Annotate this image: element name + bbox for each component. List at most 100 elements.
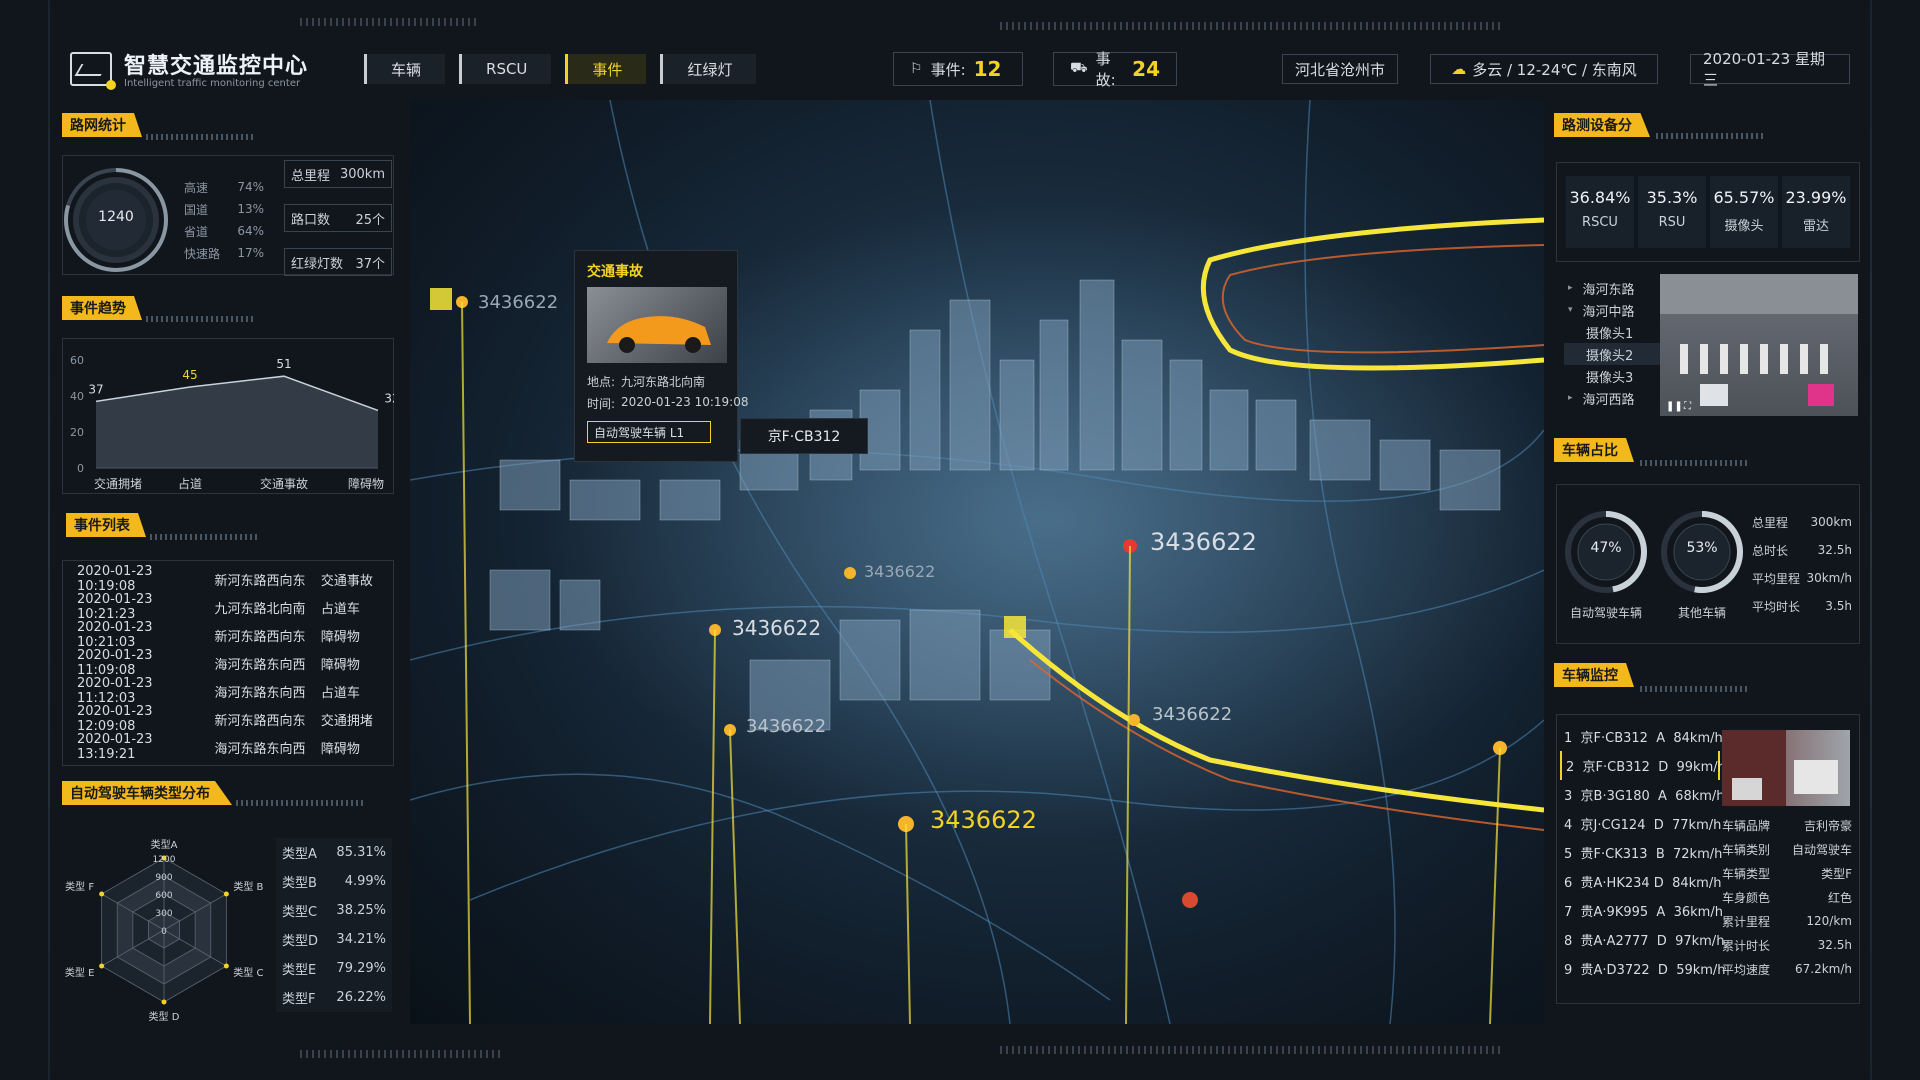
radar-axis-label: 类型 D [149, 1010, 180, 1023]
event-row[interactable]: 2020-01-23 11:09:08 海河东路东向西 障碍物 [77, 648, 379, 678]
monitor-icon [70, 51, 116, 90]
event-trend-title: 事件趋势 [62, 296, 142, 320]
location-display[interactable]: 河北省沧州市 [1282, 54, 1398, 84]
event-road: 新河东路西向东 [214, 629, 306, 645]
device-stat-cell: 23.99% 雷达 [1782, 176, 1850, 248]
chevron-icon[interactable]: ▸ [1568, 393, 1573, 403]
radar-ring-label: 600 [155, 891, 172, 901]
event-time: 2020-01-23 13:19:21 [77, 732, 153, 762]
event-row[interactable]: 2020-01-23 10:19:08 新河东路西向东 交通事故 [77, 564, 379, 594]
event-list-panel: 2020-01-23 10:19:08 新河东路西向东 交通事故 2020-01-23… [62, 560, 394, 766]
event-road: 新河东路西向东 [214, 573, 306, 589]
detail-label: 累计时长 [1722, 938, 1771, 953]
type-pct: 34.21% [336, 932, 386, 947]
event-road: 海河东路东向西 [214, 657, 306, 673]
tab-rscu[interactable]: RSCU [459, 54, 552, 84]
radar-axis-dot [223, 963, 229, 969]
tree-item[interactable]: 摄像头2 [1564, 343, 1660, 365]
radar-axis-label: 类型 F [65, 880, 94, 893]
vehicle-row[interactable]: 4 京J·CG124 D 77km/h [1560, 809, 1721, 838]
map-label: 3436622 [1150, 528, 1257, 556]
tree-item[interactable]: ▾ 海河中路 [1564, 299, 1660, 321]
event-type: 交通拥堵 [320, 713, 373, 729]
event-type: 障碍物 [320, 741, 360, 757]
vehicle-row[interactable]: 9 贵A·D3722 D 59km/h [1560, 954, 1726, 983]
map-label: 3436622 [478, 292, 559, 313]
map-label: 3436622 [864, 562, 936, 581]
vehicle-row[interactable]: 8 贵A·A2777 D 97km/h [1560, 925, 1724, 954]
devices-title: 路测设备分 [1554, 113, 1650, 137]
detail-value: 吉利帝豪 [1803, 818, 1852, 833]
chevron-icon[interactable]: ▾ [1568, 305, 1573, 315]
event-row[interactable]: 2020-01-23 13:19:21 海河东路东向西 障碍物 [77, 732, 379, 762]
radar-ring-label: 1200 [153, 855, 176, 865]
x-tick-label: 占道 [178, 476, 202, 491]
date-display: 2020-01-23 星期三 [1690, 50, 1850, 89]
device-stat-cell: 65.57% 摄像头 [1710, 176, 1778, 248]
event-time: 2020-01-23 10:19:08 [77, 564, 153, 594]
accident-popup[interactable]: 交通事故 地点: 九河东路北向南 时间: 2020-01-23 10:19:08 自… [574, 250, 749, 462]
events-label: 事件: [930, 60, 966, 79]
camera-tree: ▸ 海河东路 ▾ 海河中路 摄像头1 摄像头2 摄像头3 ▸ 海河西路 [1564, 277, 1660, 409]
tab-traffic-light[interactable]: 红绿灯 [660, 54, 757, 84]
y-tick-label: 0 [77, 462, 84, 475]
vehicle-type-row: 类型E 79.29% [276, 954, 392, 983]
data-label: 32 [384, 391, 394, 405]
detail-value: 120/km [1806, 914, 1852, 928]
event-road: 新河东路西向东 [214, 713, 306, 729]
popup-location: 地点: 九河东路北向南 [587, 375, 706, 389]
accidents-counter: ⛟ 事故: 24 [1053, 50, 1177, 89]
event-time: 2020-01-23 11:09:08 [77, 648, 153, 678]
road-legend: 高速 74% 国道 13% 省道 64% 快速路 17% [184, 176, 264, 264]
camera-feed[interactable]: ❚❚ ⛶ [1660, 274, 1858, 416]
weather-display: ☁ 多云 / 12-24℃ / 东南风 [1430, 54, 1658, 84]
data-label: 37 [88, 382, 103, 396]
tree-item[interactable]: 摄像头1 [1564, 321, 1660, 343]
accidents-label: 事故: [1095, 50, 1116, 89]
popup-title: 交通事故 [587, 264, 643, 280]
vehicle-row[interactable]: 5 贵F·CK313 B 72km/h [1560, 838, 1722, 867]
vehicle-row[interactable]: 6 贵A·HK234 D 84km/h [1560, 867, 1721, 896]
tree-item[interactable]: ▸ 海河东路 [1564, 277, 1660, 299]
tab-vehicle[interactable]: 车辆 [364, 54, 446, 84]
event-row[interactable]: 2020-01-23 10:21:23 九河东路北向南 占道车 [77, 592, 379, 622]
kv-traffic-lights: 红绿灯数 37个 [284, 248, 392, 276]
vehicle-row[interactable]: 2 京F·CB312 D 99km/h [1560, 751, 1726, 780]
ring2-name: 其他车辆 [1677, 606, 1726, 620]
radar-axis-label: 类型A [151, 838, 178, 851]
event-row[interactable]: 2020-01-23 10:21:03 新河东路西向东 障碍物 [77, 620, 379, 650]
event-row[interactable]: 2020-01-23 12:09:08 新河东路西向东 交通拥堵 [77, 704, 379, 734]
tab-events[interactable]: 事件 [565, 54, 647, 84]
event-type: 占道车 [320, 601, 360, 617]
detail-label: 累计里程 [1722, 914, 1771, 929]
tree-label: 海河西路 [1582, 392, 1635, 408]
fullscreen-icon[interactable]: ⛶ [1684, 401, 1691, 412]
title-deco [1640, 686, 1750, 692]
play-icon[interactable]: ❚❚ [1666, 401, 1683, 412]
title-deco [236, 800, 366, 806]
accidents-value: 24 [1132, 57, 1160, 81]
radar-axis-dot [99, 963, 105, 969]
tree-item[interactable]: 摄像头3 [1564, 365, 1660, 387]
tree-item[interactable]: ▸ 海河西路 [1564, 387, 1660, 409]
top-deco-ticks [1000, 22, 1500, 30]
detail-value: 67.2km/h [1794, 962, 1852, 976]
map-label: 3436622 [732, 616, 822, 640]
accident-photo[interactable] [587, 287, 727, 363]
kv-row: 总里程 300km [1752, 515, 1852, 530]
radar-axis-label: 类型 B [233, 880, 263, 893]
device-stat-cell: 35.3% RSU [1638, 176, 1706, 248]
radar-ring-label: 900 [155, 873, 172, 883]
event-row[interactable]: 2020-01-23 11:12:03 海河东路东向西 占道车 [77, 676, 379, 706]
app-logo: 智慧交通监控中心 Intelligent traffic monitoring … [70, 48, 308, 90]
vehicle-details: 车辆品牌 吉利帝豪 车辆类别 自动驾驶车 车辆类型 类型F 车身颜色 红色 累计里程 120/km… [1722, 813, 1852, 981]
vehicle-type-row: 类型F 26.22% [276, 983, 392, 1012]
vehicle-row[interactable]: 7 贵A·9K995 A 36km/h [1560, 896, 1723, 925]
vehicle-row[interactable]: 3 京B·3G180 A 68km/h [1560, 780, 1725, 809]
type-name: 类型A [282, 847, 317, 862]
device-stat-cell: 36.84% RSCU [1566, 176, 1634, 248]
chevron-icon[interactable]: ▸ [1568, 283, 1573, 293]
vehicle-row[interactable]: 1 京F·CB312 A 84km/h [1560, 722, 1723, 751]
city-3d-map[interactable]: 3436622 3436622 3436622 3436622 3436622 … [410, 100, 1544, 1024]
vehicle-snapshot[interactable] [1722, 730, 1850, 806]
